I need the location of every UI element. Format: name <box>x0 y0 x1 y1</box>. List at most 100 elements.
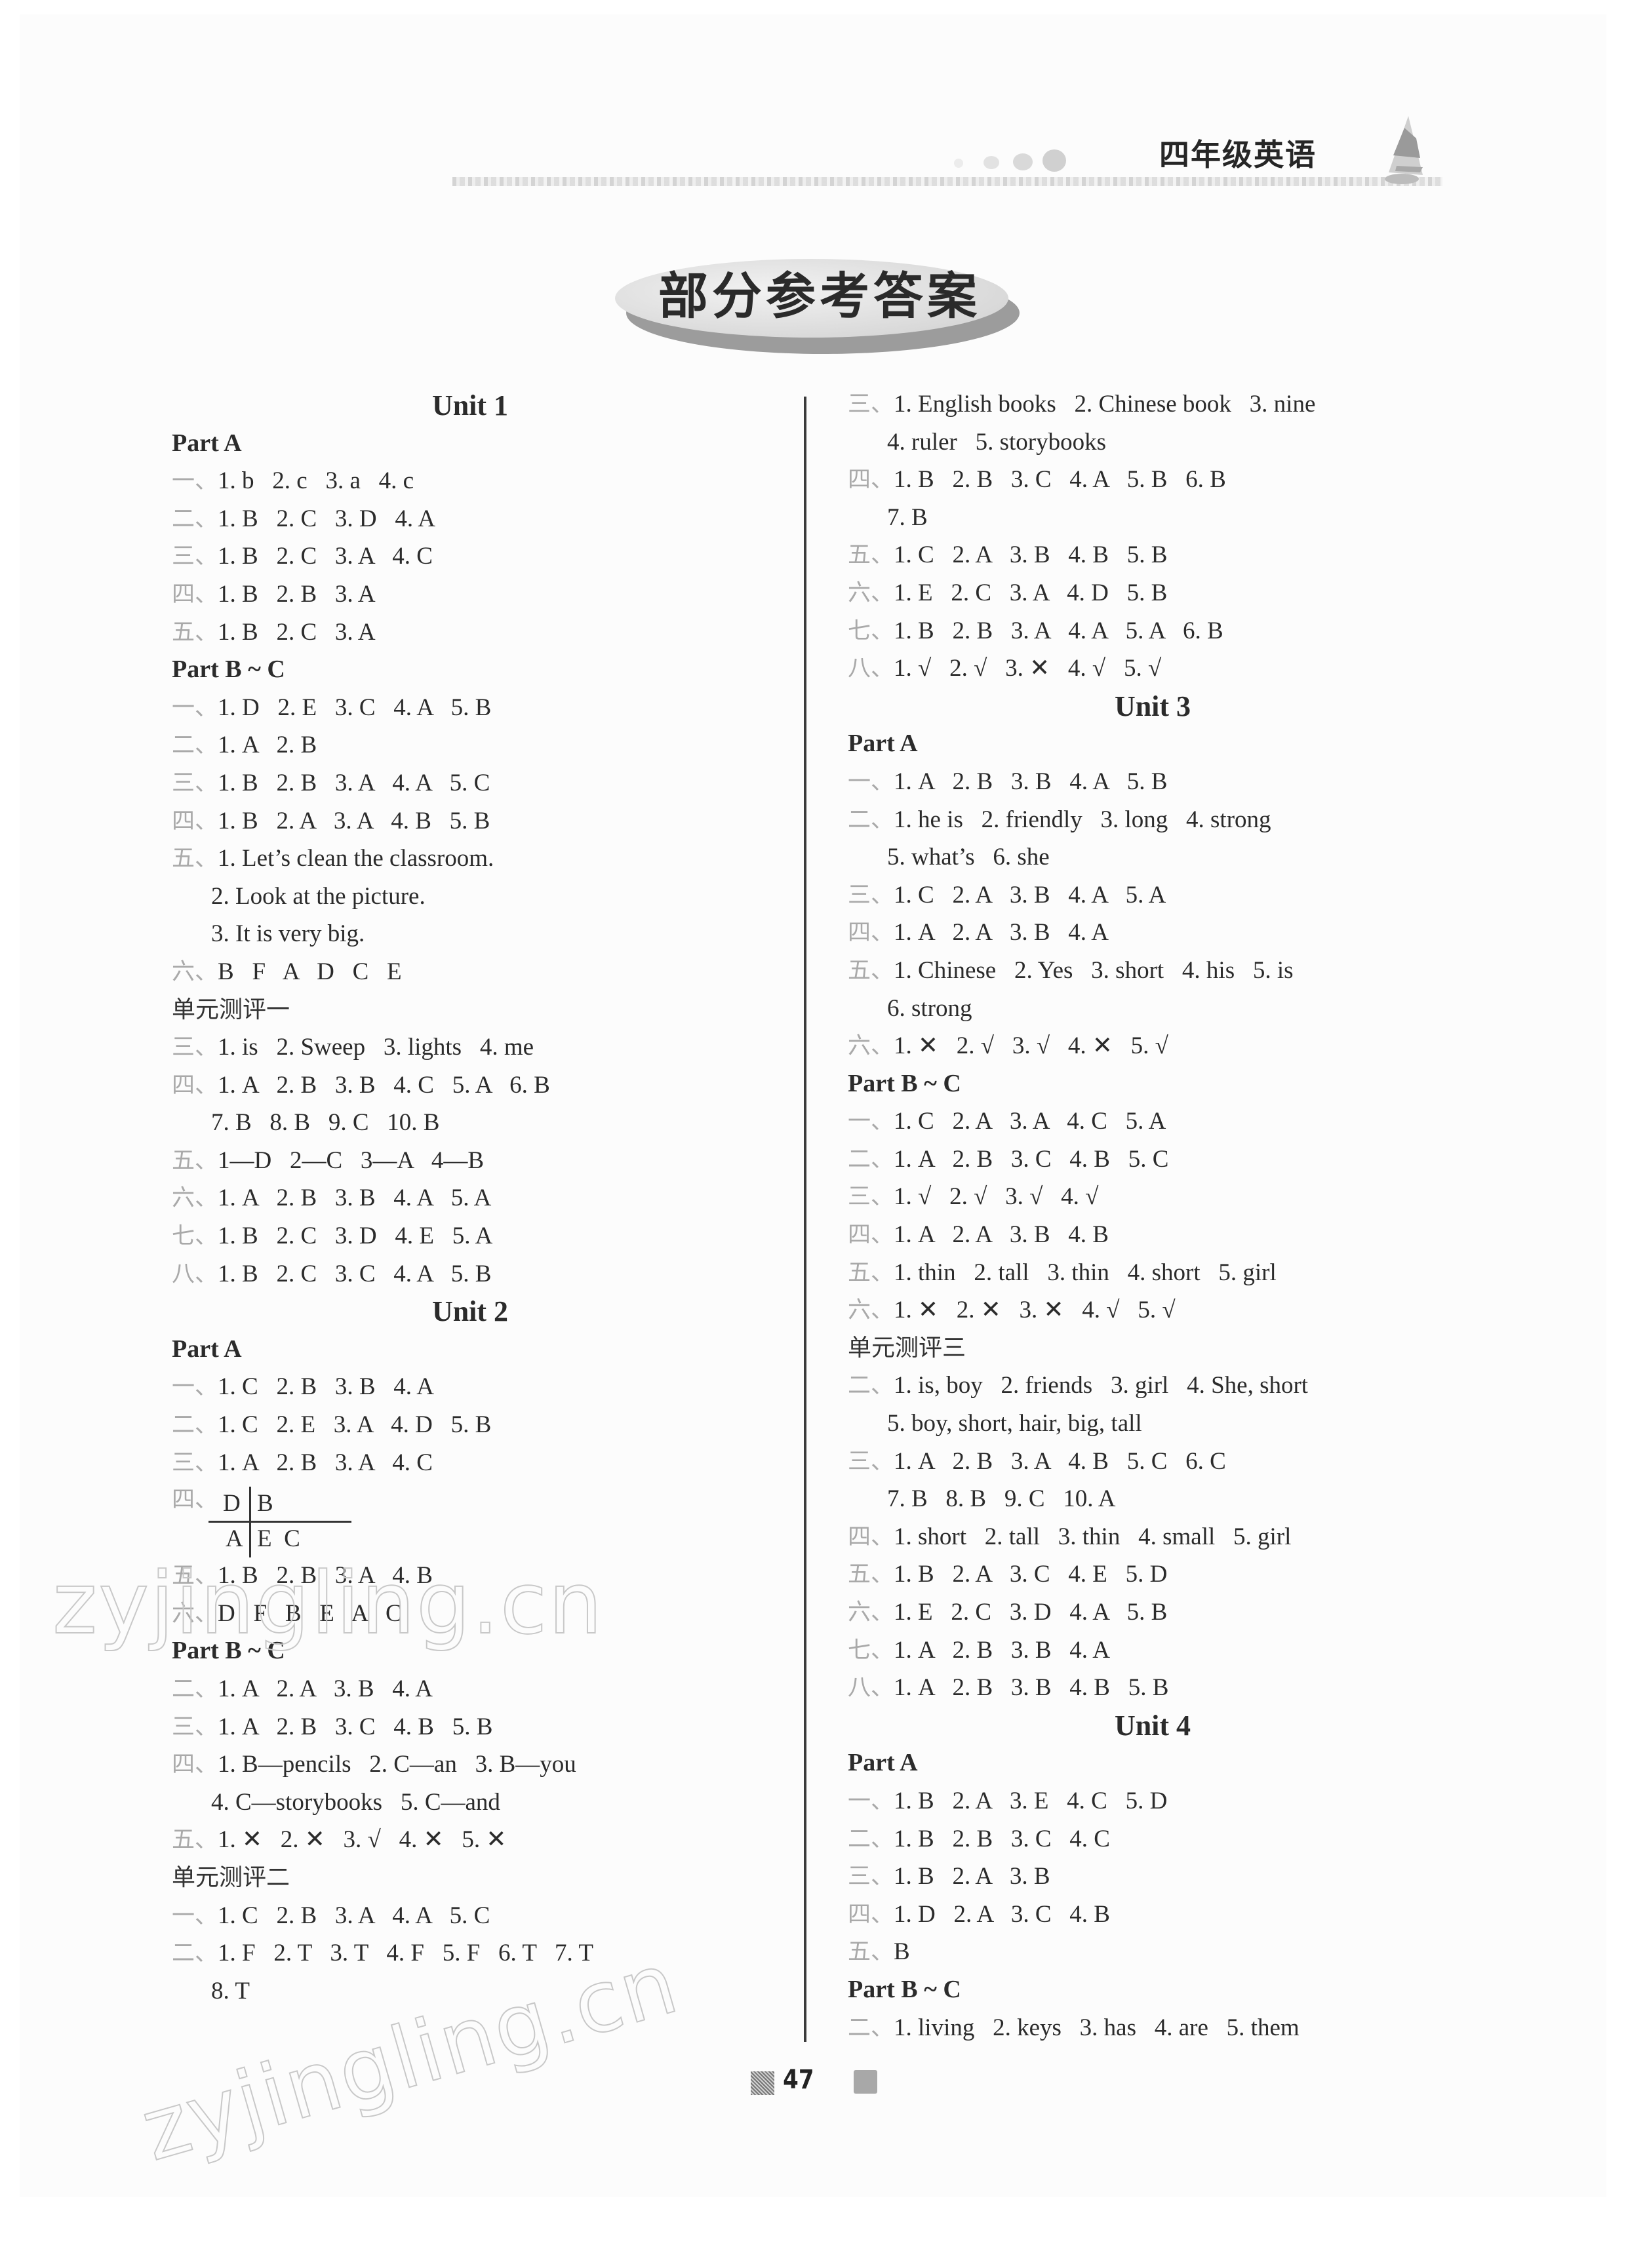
answer-line: 八、1. A 2. B 3. B 4. B 5. B <box>848 1669 1458 1707</box>
answer-text: 1. living 2. keys 3. has 4. are 5. them <box>894 2014 1300 2041</box>
answer-line: 三、1. B 2. C 3. A 4. C <box>172 538 768 576</box>
tchart-horizontal-line <box>208 1521 351 1523</box>
part-heading: Part A <box>172 1335 242 1363</box>
answer-line: 一、1. B 2. A 3. E 4. C 5. D <box>848 1782 1458 1820</box>
answer-line: 二、1. B 2. B 3. C 4. C <box>848 1820 1458 1858</box>
answer-line: 三、1. A 2. B 3. A 4. C <box>172 1444 768 1482</box>
answer-text: 1. A 2. B 3. B 4. A <box>894 1636 1110 1664</box>
answer-line: 八、1. B 2. C 3. C 4. A 5. B <box>172 1255 768 1293</box>
answer-text: 1. b 2. c 3. a 4. c <box>218 467 414 495</box>
answer-text: 1. B 2. A 3. E 4. C 5. D <box>894 1787 1168 1814</box>
answer-line-continued: 5. what’s 6. she <box>887 844 1050 871</box>
answer-line: 三、1. A 2. B 3. C 4. B 5. B <box>172 1708 768 1746</box>
question-number: 八、 <box>848 1675 894 1702</box>
answer-line: 二、1. B 2. C 3. D 4. A <box>172 500 768 538</box>
answer-line: 一、1. C 2. B 3. B 4. A <box>172 1368 768 1406</box>
unit-test-heading: 单元测评三 <box>848 1334 966 1361</box>
answer-text: 1. √ 2. √ 3. √ 4. √ <box>894 1183 1099 1211</box>
answer-text: 1. √ 2. √ 3. ✕ 4. √ 5. √ <box>894 655 1162 682</box>
question-number: 二、 <box>172 505 218 532</box>
answer-text: 1. A 2. A 3. B 4. A <box>894 919 1109 947</box>
answer-text: 1. A 2. B 3. B 4. B 5. B <box>894 1674 1169 1702</box>
answer-line: 四、1. B 2. B 3. C 4. A 5. B 6. B <box>848 461 1458 499</box>
answer-line: 四、1. D 2. A 3. C 4. B <box>848 1896 1458 1934</box>
answer-line: 一、1. A 2. B 3. B 4. A 5. B <box>848 763 1458 801</box>
answer-line: 二、1. A 2. B 3. C 4. B 5. C <box>848 1141 1458 1179</box>
answer-text: 1. is, boy 2. friends 3. girl 4. She, sh… <box>894 1372 1309 1399</box>
tchart-bottom-left: A <box>226 1525 243 1553</box>
answer-text: 1. E 2. C 3. D 4. A 5. B <box>894 1599 1168 1626</box>
answer-text: 1. A 2. B 3. A 4. B 5. C 6. C <box>894 1447 1226 1475</box>
answer-text: 1. B 2. C 3. A <box>218 618 376 646</box>
question-number: 一、 <box>848 768 894 795</box>
answer-text: 1. B 2. C 3. A 4. C <box>218 543 433 570</box>
question-number: 五、 <box>172 1827 218 1854</box>
answer-line: 三、1. B 2. A 3. B <box>848 1858 1458 1896</box>
answer-text: 1. A 2. A 3. B 4. B <box>894 1221 1109 1249</box>
page-title: 部分参考答案 <box>658 267 981 325</box>
answer-tchart: 四、 D B A E C <box>172 1481 768 1558</box>
question-number: 二、 <box>848 1826 894 1852</box>
answer-text: 1. C 2. A 3. B 4. A 5. A <box>894 881 1166 909</box>
answer-line: 五、1. B 2. A 3. C 4. E 5. D <box>848 1555 1458 1593</box>
answer-text: 1. B 2. A 3. A 4. B 5. B <box>218 807 490 834</box>
right-column: 三、1. English books 2. Chinese book 3. ni… <box>848 385 1458 2046</box>
answer-line: 六、B F A D C E <box>172 953 768 991</box>
header-title: 四年级英语 <box>1159 137 1317 172</box>
question-number: 四、 <box>172 581 218 608</box>
answer-line-continued: 2. Look at the picture. <box>211 882 426 910</box>
answer-line-continued: 6. strong <box>887 994 972 1022</box>
answer-line-continued: 4. C—storybooks 5. C—and <box>211 1788 500 1816</box>
answer-line-continued: 3. It is very big. <box>211 920 365 948</box>
part-heading: Part B ~ C <box>848 1975 961 2003</box>
page-number: 47 <box>783 2065 814 2095</box>
answer-text: 1. C 2. B 3. A 4. A 5. C <box>218 1902 490 1929</box>
unit-test-heading: 单元测评二 <box>172 1864 290 1891</box>
answer-line: 三、1. B 2. B 3. A 4. A 5. C <box>172 764 768 802</box>
answer-line-continued: 4. ruler 5. storybooks <box>887 428 1106 456</box>
answer-line: 四、1. A 2. A 3. B 4. A <box>848 914 1458 952</box>
answer-text: 1. A 2. B 3. C 4. B 5. B <box>218 1713 493 1740</box>
answer-line: 三、1. is 2. Sweep 3. lights 4. me <box>172 1028 768 1066</box>
answer-text: 1. B 2. B 3. C 4. A 5. B 6. B <box>894 466 1226 494</box>
question-number: 五、 <box>848 1259 894 1286</box>
question-number: 二、 <box>172 1676 218 1702</box>
watermark: zyjingling.cn <box>52 1553 604 1654</box>
question-number: 一、 <box>848 1788 894 1814</box>
answer-text: 1. Let’s clean the classroom. <box>218 845 494 872</box>
unit-heading: Unit 1 <box>431 389 509 421</box>
question-number: 一、 <box>172 1374 218 1401</box>
question-number: 三、 <box>172 1034 218 1061</box>
question-number: 七、 <box>172 1223 218 1250</box>
answer-line: 二、1. F 2. T 3. T 4. F 5. F 6. T 7. T <box>172 1934 768 1972</box>
question-number: 一、 <box>172 694 218 721</box>
question-number: 三、 <box>172 543 218 570</box>
answer-text: 1. B 2. C 3. D 4. E 5. A <box>218 1222 493 1250</box>
question-number: 六、 <box>848 579 894 606</box>
answer-text: 1. B 2. B 3. A 4. A 5. C <box>218 769 490 796</box>
answer-line: 四、1. B 2. A 3. A 4. B 5. B <box>172 802 768 840</box>
question-number: 七、 <box>848 1637 894 1664</box>
answer-text: 1. is 2. Sweep 3. lights 4. me <box>218 1034 534 1061</box>
question-number: 四、 <box>848 1222 894 1249</box>
question-number: 六、 <box>848 1599 894 1626</box>
question-number: 二、 <box>848 1146 894 1173</box>
answer-line: 一、1. C 2. A 3. A 4. C 5. A <box>848 1103 1458 1141</box>
answer-text: 1. B 2. A 3. C 4. E 5. D <box>894 1561 1168 1588</box>
question-number: 六、 <box>172 1185 218 1212</box>
answer-line: 六、1. ✕ 2. ✕ 3. ✕ 4. √ 5. √ <box>848 1291 1458 1329</box>
question-number: 五、 <box>848 1939 894 1966</box>
question-number: 四、 <box>848 467 894 494</box>
page-number-left-mark <box>751 2071 774 2095</box>
answer-line: 三、1. A 2. B 3. A 4. B 5. C 6. C <box>848 1443 1458 1481</box>
question-number: 二、 <box>848 1373 894 1399</box>
answer-line: 四、1. A 2. B 3. B 4. C 5. A 6. B <box>172 1066 768 1105</box>
part-heading: Part A <box>848 1749 918 1777</box>
answer-line: 四、1. short 2. tall 3. thin 4. small 5. g… <box>848 1518 1458 1556</box>
answer-line-continued: 5. boy, short, hair, big, tall <box>887 1410 1142 1437</box>
answer-text: B <box>894 1938 910 1966</box>
question-number: 二、 <box>172 732 218 759</box>
left-column: Unit 1 Part A 一、1. b 2. c 3. a 4. c 二、1. B … <box>172 387 768 2010</box>
answer-line: 六、1. A 2. B 3. B 4. A 5. A <box>172 1179 768 1217</box>
question-number: 七、 <box>848 617 894 644</box>
